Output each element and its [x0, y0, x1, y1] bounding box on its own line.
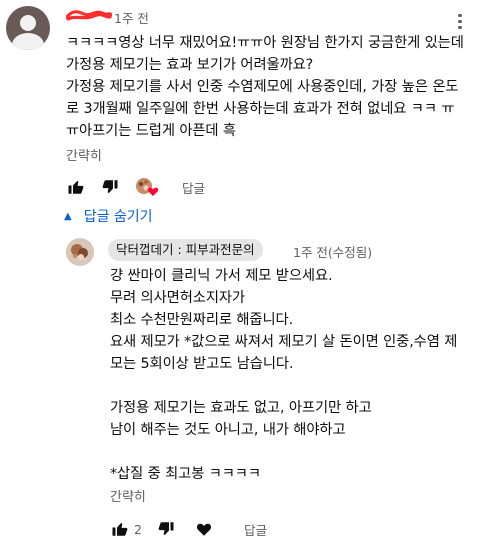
show-less-link[interactable]: 간략히 — [66, 145, 102, 164]
thumbs-down-icon[interactable] — [100, 177, 120, 197]
reply-author-avatar[interactable] — [66, 238, 94, 266]
thumbs-down-icon[interactable] — [156, 519, 176, 539]
reply-button[interactable]: 답글 — [244, 520, 267, 539]
thumbs-up-icon[interactable] — [66, 177, 86, 197]
reply-action-bar: 2 답글 — [110, 517, 267, 541]
comment-action-bar: 답글 — [66, 175, 205, 199]
creator-heart-icon[interactable] — [134, 177, 160, 197]
reply-button[interactable]: 답글 — [182, 178, 205, 197]
comment-timestamp[interactable]: 1주 전 — [114, 8, 149, 27]
reply-show-less-link[interactable]: 간략히 — [110, 486, 146, 505]
hide-replies-label: 답글 숨기기 — [83, 209, 153, 225]
thumbs-up-icon[interactable] — [110, 519, 130, 539]
redacted-author-name — [66, 10, 112, 21]
caret-up-icon: ▲ — [64, 210, 72, 222]
heart-icon[interactable] — [194, 519, 214, 539]
reply-timestamp[interactable]: 1주 전(수정됨) — [293, 242, 372, 261]
reply-text: 걍 싼마이 클리닉 가서 제모 받으세요. 무려 의사면허소지자가 최소 수천만… — [110, 268, 458, 482]
commenter-avatar[interactable] — [6, 6, 50, 50]
like-count: 2 — [134, 521, 142, 537]
avatar-person-body — [12, 33, 44, 50]
creator-name-badge[interactable]: 닥터껍데기 : 피부과전문의 — [108, 239, 263, 261]
more-vert-icon[interactable] — [455, 12, 465, 32]
avatar-person-head — [20, 15, 36, 31]
comment-text: ㅋㅋㅋㅋ영상 너무 재밌어요!ㅠㅠ아 원장님 한가지 궁금한게 있는데 가정용 … — [66, 35, 464, 139]
hide-replies-button[interactable]: ▲ 답글 숨기기 — [64, 206, 153, 226]
